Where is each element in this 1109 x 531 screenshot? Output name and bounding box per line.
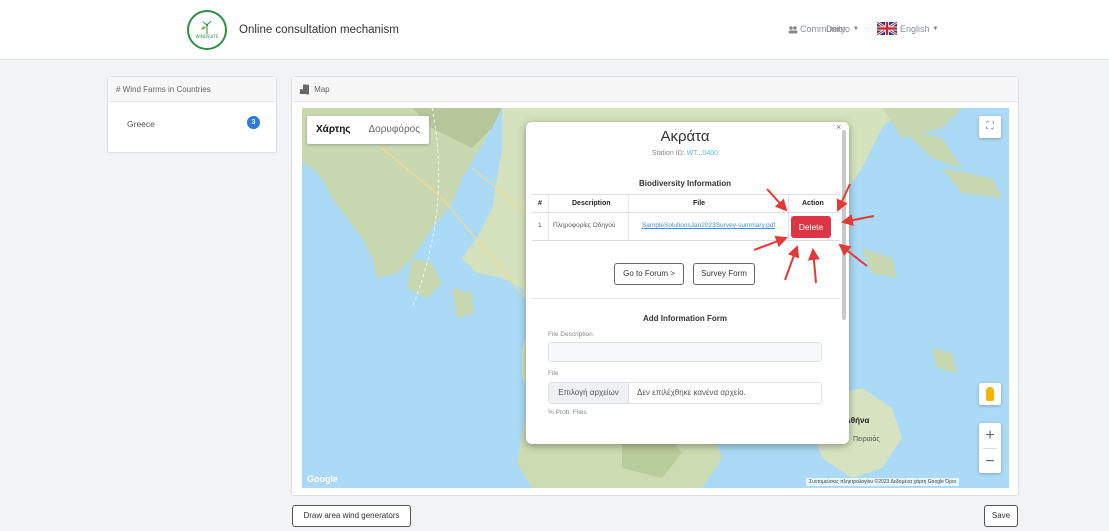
col-header-file: File <box>693 200 706 207</box>
popup-scrollbar[interactable] <box>842 130 846 320</box>
pegman-icon <box>986 387 994 401</box>
table-border <box>532 240 840 241</box>
map-type-control: Χάρτης Δορυφόρος <box>307 116 430 144</box>
fullscreen-icon: ⛶ <box>986 121 994 132</box>
map-attribution[interactable]: Συντομεύσεις πληκτρολογίου ©2023 Δεδομέν… <box>806 478 959 486</box>
community-icon <box>788 25 798 33</box>
caret-down-icon: ▼ <box>853 26 859 32</box>
biodiversity-title: Biodiversity Information <box>638 179 731 188</box>
logo[interactable]: WINDSUITE <box>187 10 227 50</box>
row-description: Πληροφορίες Οδηγού <box>553 222 616 229</box>
countries-panel-title: # Wind Farms in Countries <box>108 77 276 102</box>
countries-panel: # Wind Farms in Countries Greece <box>107 76 277 153</box>
file-input[interactable]: Επιλογή αρχείων Δεν επιλέχθηκε κανένα αρ… <box>548 382 822 404</box>
station-id-value: WT...0400 <box>686 150 719 157</box>
add-information-title: Add Information Form <box>643 314 727 323</box>
station-id-label: Station ID: <box>651 150 685 157</box>
popup-divider <box>532 298 840 299</box>
navbar: WINDSUITE Online consultation mechanism … <box>0 0 1109 60</box>
zoom-out-button[interactable]: − <box>979 449 1001 474</box>
col-header-action: Action <box>802 200 824 207</box>
language-dropdown[interactable]: English ▼ <box>877 22 938 35</box>
map-card-header: ▟▌ Map <box>292 77 1018 102</box>
station-id: Station ID: WT...0400 <box>526 150 844 157</box>
country-count-badge: 3 <box>247 116 260 129</box>
street-view-button[interactable] <box>979 383 1001 405</box>
file-description-input[interactable] <box>548 342 822 362</box>
no-file-chosen-text: Δεν επιλέχθηκε κανένα αρχείο. <box>637 388 746 397</box>
file-label: File <box>548 370 559 377</box>
wind-turbine-icon <box>201 20 212 34</box>
nav-demo-dropdown[interactable]: Demo ▼ <box>826 24 859 34</box>
zoom-in-button[interactable]: + <box>979 423 1001 448</box>
map-card-title: Map <box>314 85 330 94</box>
map-icon: ▟▌ <box>300 85 312 94</box>
delete-button[interactable]: Delete <box>791 216 831 238</box>
file-description-label: File Description <box>548 331 593 338</box>
map-type-satellite-button[interactable]: Δορυφόρος <box>360 116 430 144</box>
nav-demo-label: Demo <box>826 24 851 34</box>
next-field-label: % Prob. Files <box>548 409 587 416</box>
table-border <box>532 212 840 213</box>
app-title[interactable]: Online consultation mechanism <box>239 24 399 36</box>
col-header-num: # <box>538 200 542 207</box>
choose-files-button[interactable]: Επιλογή αρχείων <box>549 383 629 403</box>
table-divider <box>628 195 629 240</box>
google-logo[interactable]: Google <box>307 474 338 484</box>
draw-area-button[interactable]: Draw area wind generators <box>292 505 411 527</box>
row-file-link[interactable]: SampleSolutionsJan2023Survey-summary.pdf <box>642 222 784 229</box>
save-button[interactable]: Save <box>984 505 1018 527</box>
col-header-description: Description <box>572 200 611 207</box>
caret-down-icon: ▼ <box>932 25 939 32</box>
uk-flag-icon <box>877 22 897 35</box>
map-type-map-button[interactable]: Χάρτης <box>307 116 360 144</box>
row-number: 1 <box>538 222 542 229</box>
table-divider <box>788 195 789 240</box>
go-to-forum-button[interactable]: Go to Forum > <box>614 263 684 285</box>
table-divider <box>548 195 549 240</box>
fullscreen-button[interactable]: ⛶ <box>979 116 1001 138</box>
station-title: Ακράτα <box>660 128 710 145</box>
zoom-control: + − <box>979 423 1001 473</box>
country-item-greece[interactable]: Greece <box>127 119 155 129</box>
survey-form-button[interactable]: Survey Form <box>693 263 755 285</box>
logo-text: WINDSUITE <box>195 34 219 39</box>
language-label: English <box>900 23 930 34</box>
map-label-piraeus: Πειραιάς <box>853 436 880 443</box>
